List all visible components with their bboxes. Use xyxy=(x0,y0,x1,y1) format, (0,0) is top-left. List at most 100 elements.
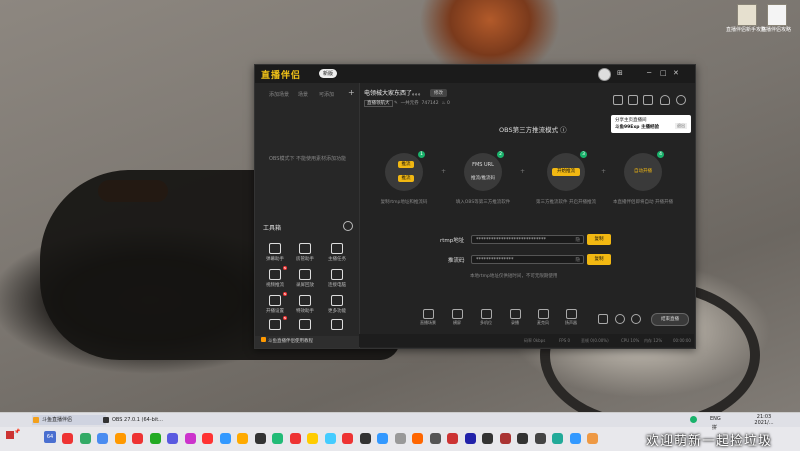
eye-icon[interactable] xyxy=(615,314,625,324)
pinned-app-icon[interactable] xyxy=(114,433,126,444)
tab-addable[interactable]: 可添加 xyxy=(319,91,334,98)
list-icon[interactable] xyxy=(643,95,653,105)
bell-icon[interactable] xyxy=(660,95,670,105)
pinned-app-icon[interactable] xyxy=(569,433,581,444)
windows-icon[interactable] xyxy=(0,415,8,425)
pinned-app-icon[interactable] xyxy=(184,433,196,444)
taskbar-app[interactable]: 斗鱼直播伴侣 xyxy=(32,415,106,425)
tool-upload[interactable]: 开播设置 N xyxy=(263,292,287,314)
rtmp-field[interactable]: **************************** 隐 xyxy=(471,235,584,244)
pinned-app-icon[interactable] xyxy=(429,433,441,444)
pinned-app-icon[interactable] xyxy=(289,433,301,444)
avatar[interactable] xyxy=(598,68,611,81)
pinned-app-icon[interactable] xyxy=(254,433,266,444)
pinned-app-icon[interactable] xyxy=(324,433,336,444)
stream-key-field[interactable]: *************** 隐 xyxy=(471,255,584,264)
pinned-app-icon[interactable] xyxy=(534,433,546,444)
settings-icon[interactable] xyxy=(631,314,641,324)
bag-icon xyxy=(331,319,343,330)
toolbar-rotate[interactable]: 横屏 xyxy=(447,309,467,326)
pinned-app-icon[interactable] xyxy=(219,433,231,444)
pinned-app-icon[interactable] xyxy=(342,433,353,444)
gear-icon[interactable] xyxy=(343,221,353,231)
pinned-app-icon[interactable] xyxy=(377,433,388,444)
close-button[interactable]: ✕ xyxy=(673,69,679,77)
pinned-app-icon[interactable] xyxy=(307,433,318,444)
tool-gift[interactable]: N xyxy=(263,316,287,332)
pencil-icon[interactable]: ✎ xyxy=(394,101,398,106)
room-category[interactable]: 直播领航大 xyxy=(364,100,393,107)
pinned-app-icon[interactable] xyxy=(447,433,458,444)
tray-lang[interactable]: ENG xyxy=(710,416,721,422)
pinned-app-icon[interactable] xyxy=(359,433,371,444)
maximize-button[interactable]: □ xyxy=(660,69,667,77)
version-badge[interactable]: 新版 xyxy=(319,69,338,78)
tool-download[interactable] xyxy=(293,319,317,332)
tab-add-scene[interactable]: 添加场景 xyxy=(269,91,289,98)
copy-rtmp-button[interactable]: 复制 xyxy=(587,234,611,245)
toolbar-mic[interactable]: 麦克风 xyxy=(533,309,553,326)
lock-icon[interactable] xyxy=(628,95,638,105)
taskbar-app[interactable]: OBS 27.0.1 (64-bit... xyxy=(102,415,176,425)
edit-title-button[interactable]: 修改 xyxy=(430,89,447,97)
pinned-app-icon[interactable] xyxy=(499,433,511,444)
overlay-caption: 欢迎萌新一起捡垃圾 xyxy=(646,434,773,449)
tooltip-exit-button[interactable]: 退出 xyxy=(675,123,687,129)
record-icon[interactable] xyxy=(598,314,608,324)
pinned-app-icon[interactable] xyxy=(464,433,476,444)
step-desc: 本直播伴侣即将自动 开播开播 xyxy=(613,200,673,205)
tool-screen[interactable]: 连接电脑 xyxy=(325,269,349,288)
pinned-app-icon[interactable] xyxy=(552,433,563,444)
pinned-app-icon[interactable] xyxy=(272,433,283,444)
toolbar-label: 录播 xyxy=(511,320,519,325)
step-auto-live: 4 自动开播 xyxy=(624,151,664,191)
step-copy: 1 推流 推流 xyxy=(385,151,425,191)
clock[interactable]: 21:03 2021/... xyxy=(752,414,776,426)
pinned-app-icon[interactable] xyxy=(79,433,91,444)
copy-key-button[interactable]: 复制 xyxy=(587,254,611,265)
pin-icon[interactable]: 📌 xyxy=(14,429,20,435)
tool-bag[interactable] xyxy=(325,319,349,332)
pinned-app-icon[interactable] xyxy=(62,433,73,444)
menu-icon[interactable]: ⊞ xyxy=(617,69,623,77)
tool-effect[interactable]: 特效助手 xyxy=(293,295,317,314)
status-item: 00:00:00 xyxy=(673,338,691,343)
share-icon[interactable] xyxy=(676,95,686,105)
toolbar-record[interactable]: 录播 xyxy=(505,309,525,326)
toolbar-camera[interactable]: 多机位 xyxy=(476,309,496,326)
pinned-app-icon[interactable] xyxy=(237,433,248,444)
tutorial-notice[interactable]: 斗鱼直播伴侣使用教程 xyxy=(255,336,359,348)
tab-scene[interactable]: 场景 xyxy=(298,91,308,98)
tool-video[interactable]: 视频推流 N xyxy=(263,266,287,288)
tool-task[interactable]: 主播任务 xyxy=(325,243,349,262)
end-live-button[interactable]: 结束直播 xyxy=(651,313,689,326)
tool-admin[interactable]: 房管助手 xyxy=(293,243,317,262)
pinned-app-icon[interactable] xyxy=(412,433,423,444)
pinned-app-icon[interactable] xyxy=(394,433,406,444)
pinned-app-icon[interactable] xyxy=(167,433,178,444)
toolbar-scene[interactable]: 直播场景 xyxy=(418,309,438,326)
pinned-app-icon[interactable] xyxy=(132,433,143,444)
plus-icon[interactable]: + xyxy=(348,88,355,97)
start-icon[interactable] xyxy=(6,431,14,439)
badge-icon[interactable]: 64 xyxy=(44,431,56,443)
eye-icon[interactable]: 隐 xyxy=(576,236,581,245)
tool-more[interactable]: 更多功能 xyxy=(325,295,349,314)
status-item: CPU 10% xyxy=(621,338,640,343)
eye-icon[interactable]: 隐 xyxy=(576,256,581,265)
pinned-app-icon[interactable] xyxy=(587,433,598,444)
tool-danmu[interactable]: 弹幕助手 xyxy=(263,243,287,262)
tool-download[interactable]: 录屏回放 xyxy=(293,269,317,288)
pinned-app-icon[interactable] xyxy=(482,433,493,444)
desktop-document-icon[interactable] xyxy=(737,4,757,26)
pinned-app-icon[interactable] xyxy=(149,433,161,444)
screen-icon[interactable] xyxy=(613,95,623,105)
desktop-document-icon[interactable] xyxy=(767,4,787,26)
pinned-app-icon[interactable] xyxy=(517,433,528,444)
app-icon xyxy=(103,417,109,423)
pinned-app-icon[interactable] xyxy=(202,433,213,444)
pinned-app-icon[interactable] xyxy=(97,433,108,444)
minimize-button[interactable]: ─ xyxy=(647,69,651,77)
toolbar-speaker[interactable]: 扬声器 xyxy=(561,309,581,326)
network-icon[interactable] xyxy=(690,416,697,423)
